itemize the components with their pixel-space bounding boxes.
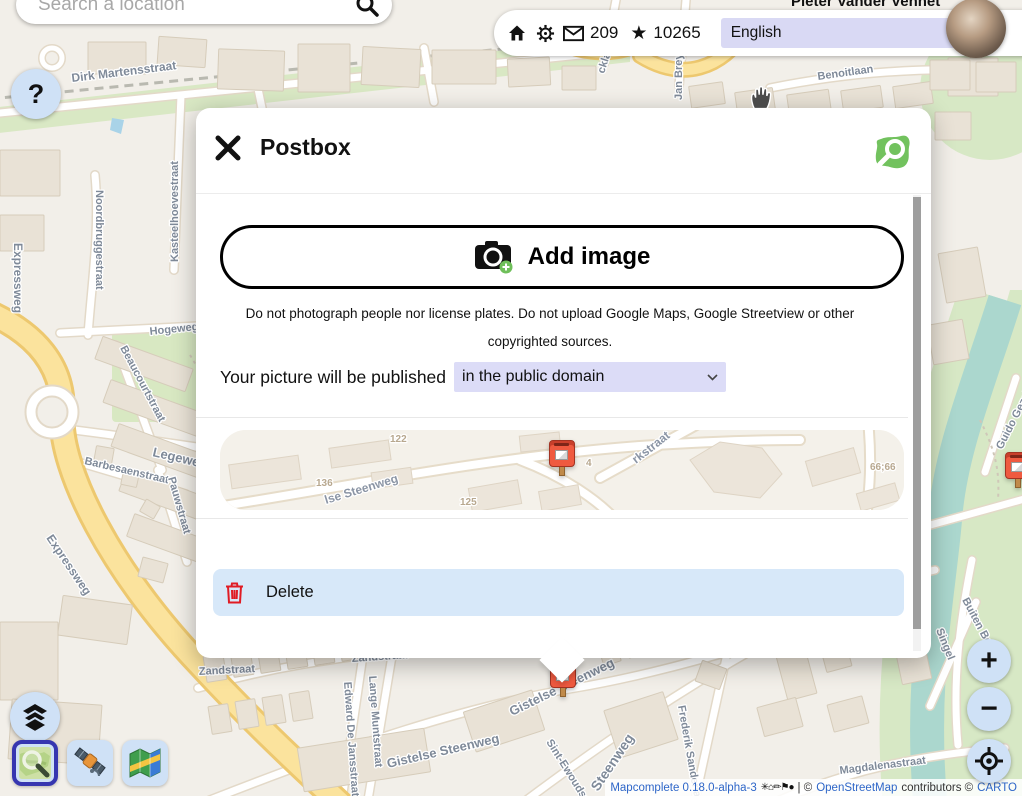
osm-carto-icon [18, 746, 52, 780]
minimap[interactable]: 122136lse Steenweg1254rkstraat66;66 [220, 430, 904, 510]
attribution-icons[interactable]: ✳⌂✏⚑● [761, 782, 794, 793]
attribution-contributors: contributors © [901, 782, 973, 794]
user-avatar[interactable] [946, 0, 1006, 58]
mapcomplete-logo-icon [875, 134, 911, 170]
layers-icon [20, 702, 50, 732]
chevron-down-icon [707, 374, 718, 381]
mapcomplete-version-link[interactable]: Mapcomplete 0.18.0-alpha-3 [610, 782, 756, 794]
help-button[interactable]: ? [11, 69, 61, 119]
postbox-dialog: Postbox Add image Do not pho [196, 108, 931, 658]
user-toolbar: 209 ★ 10265 English [494, 10, 1022, 56]
trash-icon [225, 582, 244, 604]
license-selected: in the public domain [462, 368, 604, 386]
license-select[interactable]: in the public domain [454, 362, 726, 392]
mapcomplete-app: Dirk MartensstraatNoordbruggestraatKaste… [0, 0, 1022, 796]
map-attribution: Mapcomplete 0.18.0-alpha-3 ✳⌂✏⚑● | © Ope… [605, 779, 1022, 796]
dialog-scrollbar-thumb[interactable] [913, 197, 921, 629]
svg-text:4: 4 [586, 458, 592, 469]
close-icon[interactable] [213, 133, 243, 163]
messages-count[interactable]: 209 [590, 23, 618, 43]
star-icon: ★ [630, 24, 647, 43]
svg-text:Noordbruggestraat: Noordbruggestraat [93, 190, 105, 290]
svg-text:122: 122 [390, 434, 407, 445]
satellite-icon [73, 746, 107, 780]
minus-icon: − [980, 692, 998, 726]
postbox-slot [554, 443, 569, 446]
svg-text:Kasteelhoevestraat: Kasteelhoevestraat [169, 161, 181, 262]
user-name[interactable]: Pieter Vander Vennet [791, 0, 940, 10]
folded-map-icon [128, 746, 162, 780]
search-bar[interactable] [16, 0, 392, 24]
geolocate-button[interactable] [967, 739, 1011, 783]
dialog-header: Postbox [196, 108, 931, 193]
changesets-count[interactable]: 10265 [653, 23, 700, 43]
postbox-marker[interactable] [549, 440, 575, 476]
delete-button[interactable]: Delete [213, 569, 904, 616]
crosshair-icon [974, 746, 1004, 776]
zoom-in-button[interactable]: + [967, 639, 1011, 683]
background-style-switcher [12, 740, 168, 786]
postbox-body [549, 440, 575, 467]
home-icon[interactable] [506, 22, 528, 44]
divider [196, 417, 908, 418]
dialog-body: Add image Do not photograph people nor l… [196, 194, 908, 658]
search-input[interactable] [36, 0, 354, 17]
question-mark-icon: ? [28, 79, 45, 110]
layers-button[interactable] [10, 692, 60, 742]
svg-text:Expressweg: Expressweg [11, 243, 25, 313]
svg-text:66;66: 66;66 [870, 462, 896, 473]
camera-plus-icon [474, 240, 514, 274]
divider [196, 518, 908, 519]
carto-link[interactable]: CARTO [977, 782, 1017, 794]
openstreetmap-link[interactable]: OpenStreetMap [816, 782, 897, 794]
zoom-out-button[interactable]: − [967, 687, 1011, 731]
add-image-label: Add image [528, 243, 651, 271]
dialog-title: Postbox [260, 134, 351, 161]
grab-hand-cursor [746, 82, 774, 112]
image-disclaimer: Do not photograph people nor license pla… [210, 300, 890, 356]
messages-envelope-icon[interactable] [562, 22, 584, 44]
style-map-button[interactable] [122, 740, 168, 786]
delete-label: Delete [266, 583, 314, 602]
settings-gear-icon[interactable] [534, 22, 556, 44]
style-osm-button[interactable] [12, 740, 58, 786]
add-image-button[interactable]: Add image [220, 225, 904, 289]
language-select[interactable]: English [721, 18, 969, 48]
svg-text:125: 125 [460, 497, 477, 508]
postbox-envelope [555, 450, 568, 460]
plus-icon: + [980, 644, 998, 678]
style-satellite-button[interactable] [67, 740, 113, 786]
svg-text:136: 136 [316, 478, 333, 489]
license-label: Your picture will be published [220, 367, 446, 388]
language-selected: English [731, 24, 782, 42]
attribution-separator: | © [798, 782, 813, 794]
license-row: Your picture will be published in the pu… [220, 362, 726, 392]
search-icon[interactable] [354, 0, 380, 18]
